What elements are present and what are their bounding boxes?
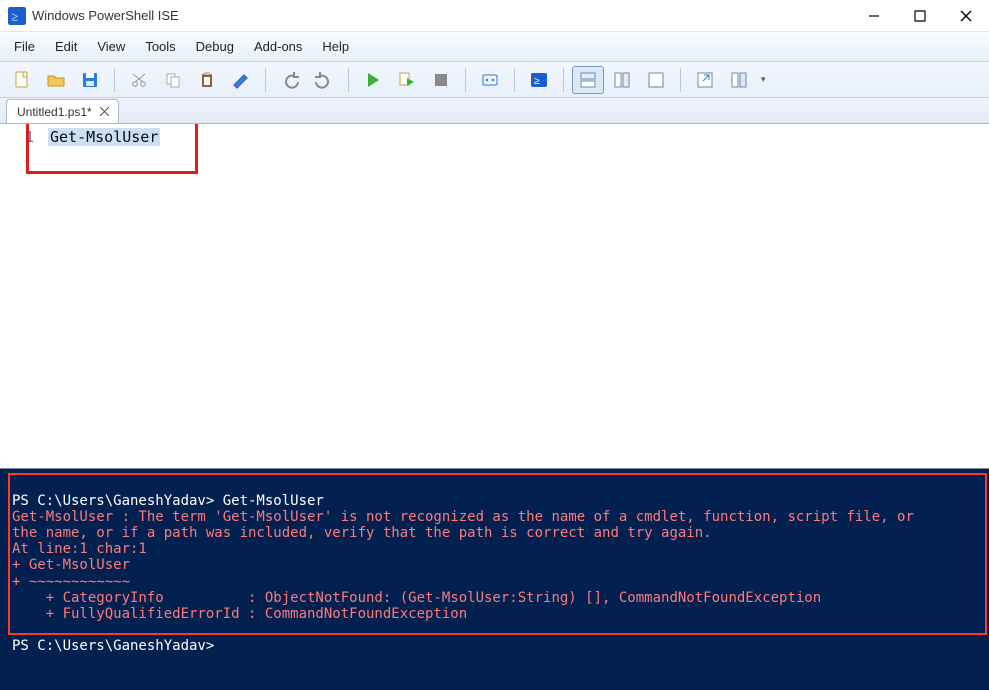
toolbar-separator — [348, 68, 349, 92]
console-line: PS C:\Users\GaneshYadav> Get-MsolUser — [12, 493, 324, 509]
toolbar-separator — [114, 68, 115, 92]
menu-addons[interactable]: Add-ons — [244, 35, 312, 58]
run-script-button[interactable] — [357, 66, 389, 94]
window-controls — [851, 0, 989, 32]
cut-button[interactable] — [123, 66, 155, 94]
toolbar-separator — [563, 68, 564, 92]
titlebar: ≥ Windows PowerShell ISE — [0, 0, 989, 32]
minimize-button[interactable] — [851, 0, 897, 32]
line-number: 1 — [0, 128, 48, 146]
show-script-max-button[interactable] — [640, 66, 672, 94]
save-button[interactable] — [74, 66, 106, 94]
open-file-button[interactable] — [40, 66, 72, 94]
console-error-line: the name, or if a path was included, ver… — [12, 525, 712, 541]
powershell-tab-button[interactable]: ≥ — [523, 66, 555, 94]
toolbar: ≥ ▾ — [0, 62, 989, 98]
tab-close-icon[interactable] — [98, 105, 112, 119]
stop-button[interactable] — [425, 66, 457, 94]
console-error-line: + Get-MsolUser — [12, 557, 130, 573]
undo-button[interactable] — [274, 66, 306, 94]
toolbar-dropdown-icon[interactable]: ▾ — [757, 74, 770, 85]
console-output: PS C:\Users\GaneshYadav> Get-MsolUser Ge… — [0, 469, 989, 660]
menu-tools[interactable]: Tools — [135, 35, 185, 58]
toolbar-separator — [514, 68, 515, 92]
console-error-line: + CategoryInfo : ObjectNotFound: (Get-Ms… — [12, 590, 821, 606]
svg-text:≥: ≥ — [11, 9, 18, 23]
show-script-top-button[interactable] — [572, 66, 604, 94]
menu-view[interactable]: View — [87, 35, 135, 58]
redo-button[interactable] — [308, 66, 340, 94]
close-button[interactable] — [943, 0, 989, 32]
menubar: File Edit View Tools Debug Add-ons Help — [0, 32, 989, 62]
editor-line: 1 Get-MsolUser — [0, 124, 989, 146]
console-pane[interactable]: PS C:\Users\GaneshYadav> Get-MsolUser Ge… — [0, 468, 989, 690]
show-command-addon-button[interactable] — [723, 66, 755, 94]
toolbar-separator — [265, 68, 266, 92]
new-remote-tab-button[interactable] — [474, 66, 506, 94]
console-error-line: + ~~~~~~~~~~~~ — [12, 574, 130, 590]
editor-code-selection[interactable]: Get-MsolUser — [48, 128, 160, 146]
window-title: Windows PowerShell ISE — [32, 8, 179, 23]
new-file-button[interactable] — [6, 66, 38, 94]
svg-text:≥: ≥ — [534, 76, 540, 87]
script-editor-pane[interactable]: 1 Get-MsolUser — [0, 124, 989, 468]
tabstrip: Untitled1.ps1* — [0, 98, 989, 124]
menu-help[interactable]: Help — [312, 35, 359, 58]
tab-label: Untitled1.ps1* — [17, 105, 92, 119]
run-selection-button[interactable] — [391, 66, 423, 94]
menu-edit[interactable]: Edit — [45, 35, 87, 58]
app-icon: ≥ — [8, 7, 26, 25]
toolbar-separator — [680, 68, 681, 92]
console-error-line: Get-MsolUser : The term 'Get-MsolUser' i… — [12, 509, 914, 525]
toolbar-separator — [465, 68, 466, 92]
clear-button[interactable] — [225, 66, 257, 94]
console-error-line: + FullyQualifiedErrorId : CommandNotFoun… — [12, 606, 467, 622]
show-script-right-button[interactable] — [606, 66, 638, 94]
menu-debug[interactable]: Debug — [186, 35, 244, 58]
copy-button[interactable] — [157, 66, 189, 94]
show-command-button[interactable] — [689, 66, 721, 94]
maximize-button[interactable] — [897, 0, 943, 32]
tab-untitled1[interactable]: Untitled1.ps1* — [6, 99, 119, 123]
paste-button[interactable] — [191, 66, 223, 94]
menu-file[interactable]: File — [4, 35, 45, 58]
console-prompt[interactable]: PS C:\Users\GaneshYadav> — [12, 638, 214, 654]
console-error-line: At line:1 char:1 — [12, 541, 147, 557]
